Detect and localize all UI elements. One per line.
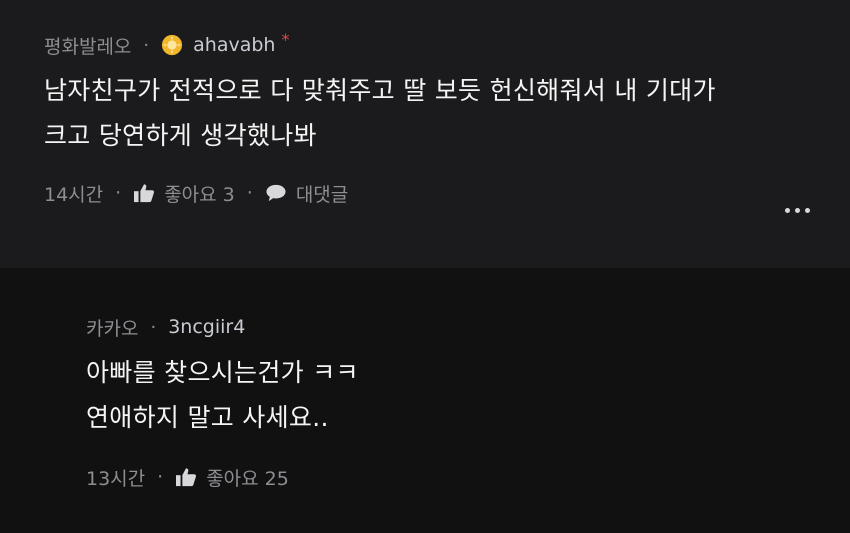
reply-comment: 카카오 · 3ncgiir4 아빠를 찾으시는건가 ㅋㅋ 연애하지 말고 사세요… [0, 268, 850, 533]
like-button[interactable]: 좋아요 25 [175, 464, 289, 491]
reply-button[interactable]: 대댓글 [265, 180, 348, 207]
comment-line: 크고 당연하게 생각했나봐 [44, 121, 317, 150]
comment-meta: 평화발레오 · ahavabh * [44, 30, 850, 60]
comment-source: 카카오 [86, 317, 139, 340]
like-button[interactable]: 좋아요 3 [133, 180, 235, 207]
separator-dot: · [115, 182, 122, 204]
dot [785, 208, 790, 213]
comment-time: 13시간 [86, 467, 146, 490]
comment-actions: 13시간 · 좋아요 25 [86, 462, 850, 492]
comment-username[interactable]: ahavabh [193, 34, 275, 56]
comment-meta: 카카오 · 3ncgiir4 [86, 312, 850, 342]
reply-label: 대댓글 [295, 183, 349, 206]
comment-body: 아빠를 찾으시는건가 ㅋㅋ 연애하지 말고 사세요.. [86, 350, 850, 440]
thumbs-up-icon [176, 468, 197, 487]
sun-badge-icon [162, 34, 183, 56]
like-count: 좋아요 25 [206, 467, 289, 490]
comment-body: 남자친구가 전적으로 다 맞춰주고 딸 보듯 헌신해줘서 내 기대가 크고 당연… [44, 68, 850, 158]
separator-dot: · [246, 182, 253, 204]
speech-bubble-icon [266, 184, 286, 202]
comment-source: 평화발레오 [44, 35, 132, 58]
comment-line: 남자친구가 전적으로 다 맞춰주고 딸 보듯 헌신해줘서 내 기대가 [44, 76, 716, 105]
like-count: 좋아요 3 [164, 183, 235, 206]
comment-actions: 14시간 · 좋아요 3 · 대댓글 [44, 178, 850, 208]
thumbs-up-icon [134, 184, 155, 203]
comment-username[interactable]: 3ncgiir4 [168, 316, 245, 338]
comment: 평화발레오 · ahavabh * 남자친구가 전적으로 다 맞춰주고 딸 보듯… [0, 0, 850, 268]
separator-dot: · [150, 316, 157, 338]
more-dots-icon[interactable] [785, 208, 810, 213]
separator-dot: · [143, 34, 150, 56]
required-mark: * [281, 29, 290, 49]
comment-line: 연애하지 말고 사세요.. [86, 403, 329, 432]
separator-dot: · [157, 466, 164, 488]
comment-time: 14시간 [44, 183, 104, 206]
comment-line: 아빠를 찾으시는건가 ㅋㅋ [86, 358, 359, 387]
dot [795, 208, 800, 213]
dot [805, 208, 810, 213]
